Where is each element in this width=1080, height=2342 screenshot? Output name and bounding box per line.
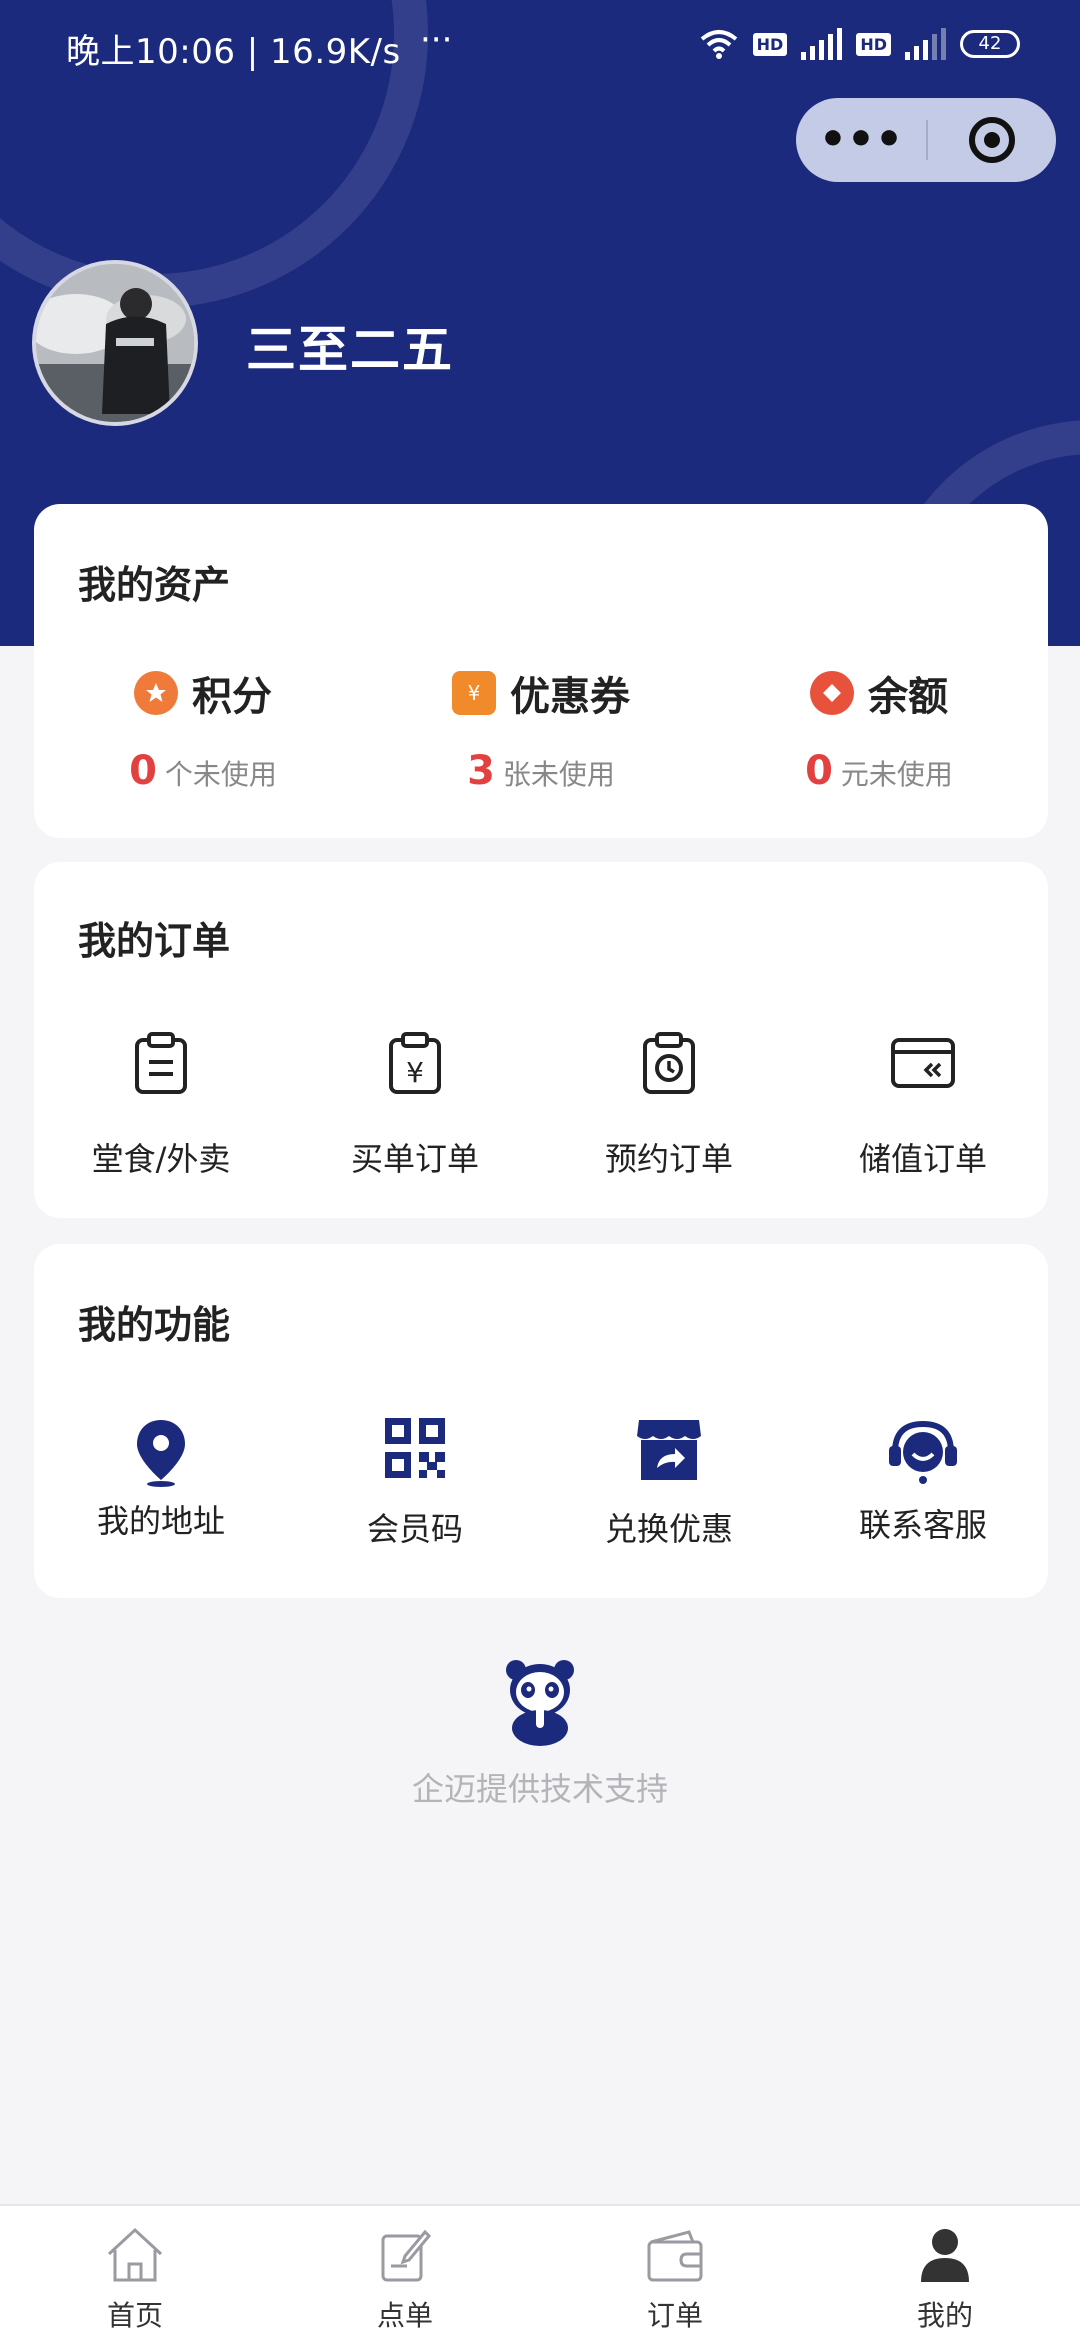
location-pin-icon xyxy=(137,1420,185,1487)
function-label: 我的地址 xyxy=(96,1502,225,1540)
asset-unit: 张未使用 xyxy=(502,758,615,791)
asset-count: 3 xyxy=(467,748,495,794)
functions-title: 我的功能 xyxy=(78,1303,231,1347)
tab-orders[interactable]: 订单 xyxy=(540,2206,810,2342)
asset-label: 优惠券 xyxy=(510,674,630,720)
coupon-icon: ¥ xyxy=(452,671,496,715)
clipboard-icon xyxy=(135,1032,187,1094)
tech-support-text: 企迈提供技术支持 xyxy=(411,1770,668,1808)
svg-text:¥: ¥ xyxy=(406,1056,424,1089)
tab-home[interactable]: 首页 xyxy=(0,2206,270,2342)
asset-count: 0 xyxy=(805,748,833,794)
asset-points[interactable]: 积分 0 个未使用 xyxy=(34,664,372,794)
hd-badge: HD xyxy=(856,32,891,56)
wallet-icon xyxy=(647,2230,703,2282)
balance-icon xyxy=(810,671,854,715)
username: 三至二五 xyxy=(246,321,454,379)
tab-mine[interactable]: 我的 xyxy=(810,2206,1080,2342)
panda-logo xyxy=(506,1660,574,1746)
tab-label: 首页 xyxy=(106,2299,163,2332)
order-label: 储值订单 xyxy=(858,1140,987,1178)
asset-unit: 个未使用 xyxy=(164,758,277,791)
headset-icon xyxy=(889,1420,957,1484)
wifi-icon xyxy=(700,30,737,59)
function-my-address[interactable]: 我的地址 xyxy=(34,1416,288,1542)
function-label: 会员码 xyxy=(366,1510,463,1548)
avatar-photo xyxy=(36,264,194,422)
order-reservation[interactable]: 预约订单 xyxy=(542,1032,796,1180)
assets-title: 我的资产 xyxy=(78,563,231,607)
tech-support-footer: 企迈提供技术支持 xyxy=(0,1656,1080,1810)
more-menu-button[interactable]: ••• xyxy=(796,98,926,182)
target-icon xyxy=(969,117,1015,163)
order-label: 堂食/外卖 xyxy=(91,1140,231,1178)
asset-count: 0 xyxy=(129,748,157,794)
asset-coupons[interactable]: ¥ 优惠券 3 张未使用 xyxy=(372,664,710,794)
home-icon xyxy=(107,2227,163,2282)
card-icon xyxy=(891,1038,955,1088)
avatar[interactable] xyxy=(32,260,198,426)
qr-code-icon xyxy=(385,1418,445,1478)
order-stored-value[interactable]: 储值订单 xyxy=(796,1032,1050,1180)
tab-label: 点单 xyxy=(376,2299,433,2332)
user-icon xyxy=(921,2229,969,2282)
battery-indicator: 42 xyxy=(960,30,1020,58)
orders-card: 我的订单 堂食/外卖 ¥ 买单订单 预约订单 储值订单 xyxy=(34,862,1048,1218)
asset-label: 余额 xyxy=(868,674,948,720)
function-contact-service[interactable]: 联系客服 xyxy=(796,1416,1050,1546)
tab-label: 订单 xyxy=(646,2299,703,2332)
function-label: 联系客服 xyxy=(858,1506,987,1544)
functions-card: 我的功能 我的地址 会员码 兑换优惠 联系客服 xyxy=(34,1244,1048,1598)
function-redeem-coupon[interactable]: 兑换优惠 xyxy=(542,1416,796,1550)
assets-card: 我的资产 积分 0 个未使用 ¥ 优惠券 3 张未使用 余额 0 元未使用 xyxy=(34,504,1048,838)
function-member-code[interactable]: 会员码 xyxy=(288,1416,542,1550)
order-label: 买单订单 xyxy=(350,1140,479,1178)
store-share-icon xyxy=(637,1420,701,1480)
status-bar: 晚上10:06 | 16.9K/s ··· HD HD 42 xyxy=(0,0,1080,96)
status-icons: HD HD 42 xyxy=(699,28,1020,60)
status-more: ··· xyxy=(420,20,453,60)
asset-label: 积分 xyxy=(192,674,272,720)
tab-label: 我的 xyxy=(916,2299,973,2332)
yen-clipboard-icon: ¥ xyxy=(389,1032,441,1094)
order-dine-in-takeout[interactable]: 堂食/外卖 xyxy=(34,1032,288,1180)
order-pay-bill[interactable]: ¥ 买单订单 xyxy=(288,1032,542,1180)
order-edit-icon xyxy=(381,2229,432,2282)
status-time: 晚上10:06 | 16.9K/s xyxy=(66,32,401,72)
hd-badge: HD xyxy=(752,32,788,56)
asset-balance[interactable]: 余额 0 元未使用 xyxy=(710,664,1048,794)
order-label: 预约订单 xyxy=(604,1140,733,1178)
orders-title: 我的订单 xyxy=(78,919,231,963)
tab-order[interactable]: 点单 xyxy=(270,2206,540,2342)
points-icon xyxy=(134,671,178,715)
function-label: 兑换优惠 xyxy=(604,1510,733,1548)
asset-unit: 元未使用 xyxy=(840,758,953,791)
miniprogram-capsule: ••• xyxy=(796,98,1056,182)
bottom-tab-bar: 首页 点单 订单 我的 xyxy=(0,2204,1080,2342)
close-miniprogram-button[interactable] xyxy=(928,114,1056,166)
signal-icon xyxy=(905,28,946,60)
svg-text:¥: ¥ xyxy=(468,681,481,705)
clock-clipboard-icon xyxy=(643,1032,695,1094)
signal-icon xyxy=(801,28,843,60)
